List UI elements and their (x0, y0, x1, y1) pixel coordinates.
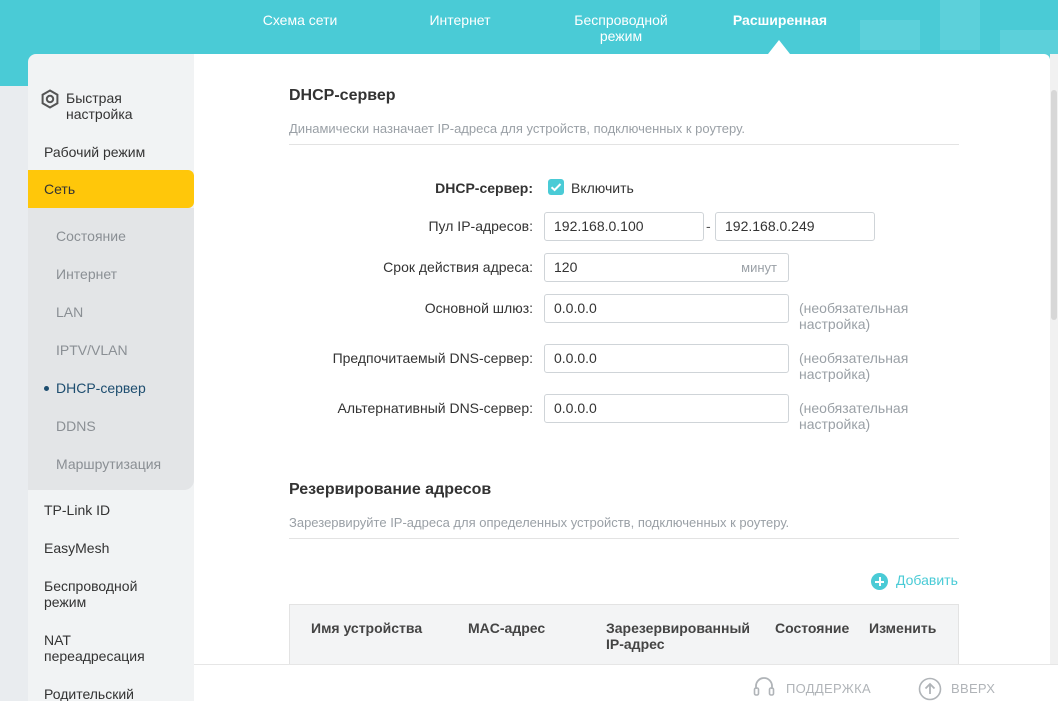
optional-hint: (необязательная настройка) (799, 400, 909, 432)
dhcp-section-title: DHCP-сервер (289, 87, 396, 104)
ip-pool-label: Пул IP-адресов: (428, 218, 533, 234)
submenu-item-status[interactable]: Состояние (56, 228, 126, 244)
ip-pool-start-input[interactable]: 192.168.0.100 (544, 212, 704, 241)
sidebar-item-quick-setup[interactable]: Быстрая настройка (50, 90, 160, 122)
arrow-up-circle-icon[interactable] (918, 677, 942, 701)
support-link[interactable]: ПОДДЕРЖКА (786, 681, 871, 696)
dhcp-server-label: DHCP-сервер: (435, 180, 533, 196)
reservation-section-description: Зарезервируйте IP-адреса для определенны… (289, 515, 790, 530)
default-gateway-input[interactable]: 0.0.0.0 (544, 294, 789, 323)
primary-dns-label: Предпочитаемый DNS-сервер: (332, 350, 533, 366)
optional-hint: (необязательная настройка) (799, 300, 909, 332)
column-reserved-ip: Зарезервированный IP-адрес (606, 620, 751, 652)
footer-bar: ПОДДЕРЖКА ВВЕРХ (194, 664, 1058, 701)
submenu-item-iptv-vlan[interactable]: IPTV/VLAN (56, 342, 128, 358)
secondary-dns-input[interactable]: 0.0.0.0 (544, 394, 789, 423)
reservation-section-title: Резервирование адресов (289, 481, 492, 498)
sidebar: Быстрая настройка Рабочий режим Сеть Сос… (28, 54, 194, 701)
active-tab-pointer (768, 40, 790, 54)
lease-time-label: Срок действия адреса: (383, 259, 533, 275)
optional-hint: (необязательная настройка) (799, 350, 909, 382)
network-submenu: Состояние Интернет LAN IPTV/VLAN DHCP-се… (28, 208, 194, 490)
add-reservation-button[interactable]: Добавить (896, 572, 958, 588)
submenu-item-ddns[interactable]: DDNS (56, 418, 96, 434)
lease-time-input[interactable]: 120 минут (544, 253, 789, 282)
sidebar-item-operation-mode[interactable]: Рабочий режим (28, 144, 194, 160)
nav-tab-wireless[interactable]: Беспроводной режим (566, 12, 676, 44)
add-icon[interactable] (871, 573, 888, 590)
submenu-item-routing[interactable]: Маршрутизация (56, 456, 161, 472)
secondary-dns-label: Альтернативный DNS-сервер: (337, 400, 533, 416)
column-status: Состояние (775, 620, 850, 636)
ip-pool-end-input[interactable]: 192.168.0.249 (715, 212, 875, 241)
submenu-item-dhcp-server[interactable]: DHCP-сервер (44, 380, 146, 396)
sidebar-item-wireless[interactable]: Беспроводной режим (28, 578, 148, 610)
back-to-top-link[interactable]: ВВЕРХ (951, 681, 995, 696)
lease-time-value: 120 (554, 259, 578, 275)
dhcp-enable-label[interactable]: Включить (571, 180, 634, 196)
headset-support-icon[interactable] (752, 675, 776, 699)
sidebar-item-easymesh[interactable]: EasyMesh (28, 540, 194, 556)
section-divider (289, 144, 959, 145)
range-dash: - (706, 218, 711, 234)
primary-dns-input[interactable]: 0.0.0.0 (544, 344, 789, 373)
column-mac-address: MAC-адрес (468, 620, 546, 636)
sidebar-item-parental[interactable]: Родительский (28, 686, 194, 701)
dhcp-section-description: Динамически назначает IP-адреса для устр… (289, 121, 745, 136)
submenu-item-internet[interactable]: Интернет (56, 266, 117, 282)
nav-tab-network-map[interactable]: Схема сети (240, 12, 360, 28)
dhcp-enable-checkbox[interactable] (548, 179, 564, 195)
section-divider (289, 538, 959, 539)
nav-tab-advanced[interactable]: Расширенная (715, 12, 845, 28)
default-gateway-label: Основной шлюз: (424, 300, 533, 316)
sidebar-item-network[interactable]: Сеть (28, 170, 194, 208)
scrollbar-thumb[interactable] (1051, 90, 1057, 320)
column-device-name: Имя устройства (311, 620, 423, 636)
main-nav: Схема сети Интернет Беспроводной режим Р… (0, 0, 1058, 54)
sidebar-item-nat-forwarding[interactable]: NAT переадресация (28, 632, 158, 664)
nav-tab-internet[interactable]: Интернет (400, 12, 520, 28)
lease-time-unit: минут (741, 260, 777, 275)
main-content: DHCP-сервер Динамически назначает IP-адр… (194, 54, 1050, 701)
sidebar-item-tplink-id[interactable]: TP-Link ID (28, 502, 194, 518)
submenu-item-lan[interactable]: LAN (56, 304, 83, 320)
column-edit: Изменить (869, 620, 937, 636)
checkmark-icon (550, 183, 562, 192)
